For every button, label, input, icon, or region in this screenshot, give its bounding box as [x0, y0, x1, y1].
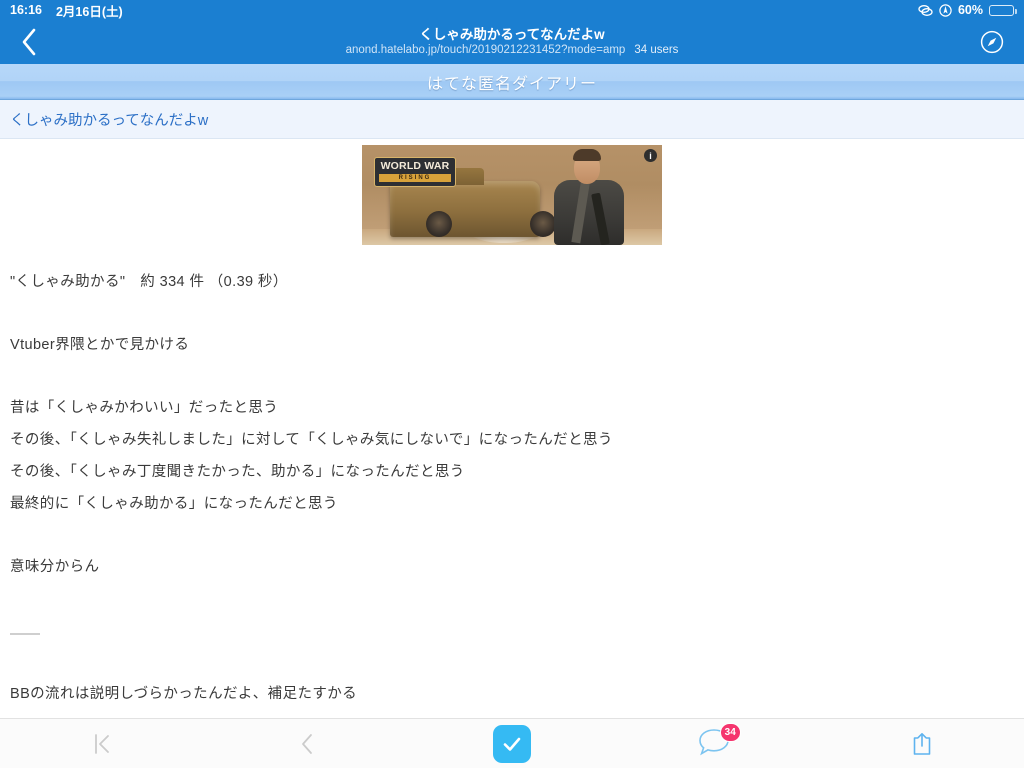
article-paragraph: "くしゃみ助かる" 約 334 件 （0.39 秒）	[10, 274, 288, 290]
ad-soldier-body	[554, 180, 624, 245]
webview-content[interactable]: はてな匿名ダイアリー くしゃみ助かるってなんだよw WORLD WAR RISI…	[0, 64, 1024, 728]
toolbar-slot-check	[410, 719, 615, 768]
article-paragraph: 意味分からん	[10, 559, 100, 575]
entry-title-bar: くしゃみ助かるってなんだよw	[0, 100, 1024, 139]
bookmark-check-button[interactable]	[492, 724, 531, 763]
status-bar-left: 16:16 2月16日(土)	[10, 1, 123, 20]
ad-logo: WORLD WAR RISING	[374, 157, 456, 187]
ad-info-icon[interactable]: i	[644, 149, 657, 162]
toolbar-slot-share	[819, 719, 1024, 768]
toolbar-slot-comments: 34	[614, 719, 819, 768]
ad-wheel-front-icon	[426, 211, 452, 237]
rotation-lock-icon	[918, 4, 933, 17]
open-in-safari-button[interactable]	[960, 20, 1024, 64]
status-bar-date: 2月16日(土)	[55, 4, 123, 19]
location-arrow-icon	[939, 3, 952, 17]
ad-container: WORLD WAR RISING i	[0, 139, 1024, 245]
ad-banner[interactable]: WORLD WAR RISING i	[362, 145, 662, 245]
site-header-title: はてな匿名ダイアリー	[426, 75, 597, 93]
ad-logo-main-text: WORLD WAR	[380, 160, 450, 172]
site-header: はてな匿名ダイアリー	[0, 64, 1024, 100]
first-page-button[interactable]	[92, 732, 112, 756]
article-separator	[10, 633, 40, 635]
nav-subtitle: anond.hatelabo.jp/touch/20190212231452?m…	[346, 43, 679, 58]
status-bar: 16:16 2月16日(土) 60%	[0, 0, 1024, 20]
app-root: 16:16 2月16日(土) 60% くしゃみ助かるってなんだよw anond.…	[0, 0, 1024, 768]
checkmark-icon	[503, 737, 521, 751]
article-paragraph: その後、「くしゃみ失礼しました」に対して「くしゃみ気にしないで」になったんだと思…	[10, 432, 613, 448]
ad-military-vehicle-icon	[390, 168, 556, 237]
article-paragraph: BBの流れは説明しづらかったんだよ、補足たすかる	[10, 686, 358, 702]
status-bar-right: 60%	[918, 3, 1017, 17]
entry-title-link[interactable]: くしゃみ助かるってなんだよw	[10, 109, 208, 130]
first-page-icon	[95, 733, 110, 754]
article-paragraph: Vtuber界隈とかで見かける	[10, 337, 190, 353]
article-paragraph: その後、「くしゃみ丁度聞きたかった、助かる」になったんだと思う	[10, 464, 465, 480]
share-button[interactable]	[911, 731, 933, 757]
bottom-toolbar: 34	[0, 718, 1024, 768]
nav-back-button[interactable]	[0, 20, 56, 64]
ad-soldier-icon	[538, 149, 640, 245]
safari-compass-icon	[980, 30, 1004, 54]
toolbar-back-button[interactable]	[300, 732, 314, 756]
battery-icon	[989, 4, 1017, 16]
navigation-bar: くしゃみ助かるってなんだよw anond.hatelabo.jp/touch/2…	[0, 20, 1024, 64]
article-paragraph: 最終的に「くしゃみ助かる」になったんだと思う	[10, 496, 338, 512]
nav-users-count: 34 users	[634, 44, 679, 56]
article-paragraph: 昔は「くしゃみかわいい」だったと思う	[10, 400, 279, 416]
share-upload-icon	[913, 732, 930, 755]
chevron-left-icon	[22, 28, 35, 56]
status-bar-time: 16:16	[10, 3, 42, 17]
comments-button[interactable]: 34	[697, 722, 741, 762]
nav-title: くしゃみ助かるってなんだよw	[419, 27, 605, 42]
nav-url: anond.hatelabo.jp/touch/20190212231452?m…	[345, 44, 626, 56]
battery-percent-label: 60%	[957, 3, 983, 17]
ad-soldier-hair	[573, 149, 601, 161]
comments-count-badge: 34	[719, 722, 741, 742]
toolbar-slot-back	[205, 719, 410, 768]
ad-logo-sub-text: RISING	[379, 174, 451, 182]
nav-center: くしゃみ助かるってなんだよw anond.hatelabo.jp/touch/2…	[0, 20, 1024, 64]
chevron-left-icon	[302, 733, 313, 754]
toolbar-slot-first	[0, 719, 205, 768]
